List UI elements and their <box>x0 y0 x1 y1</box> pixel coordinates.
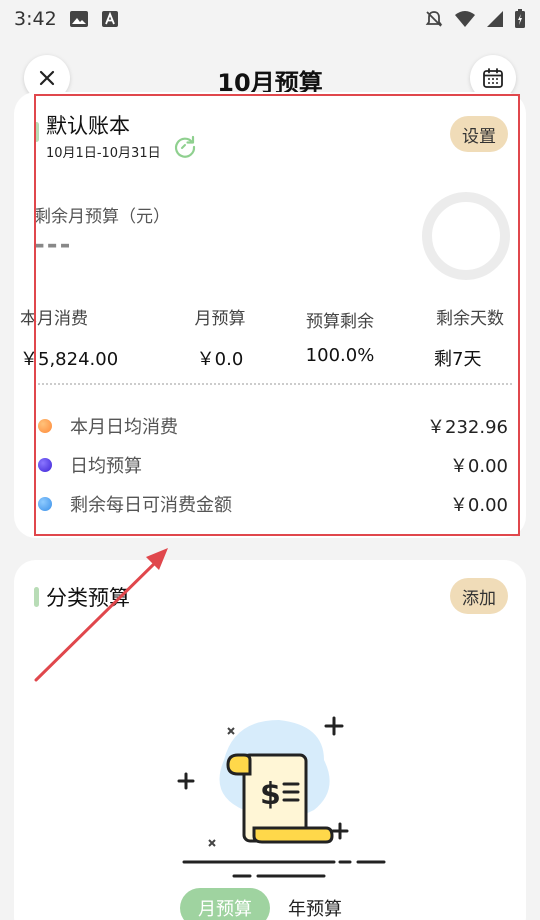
empty-budget-illustration: $ <box>177 716 386 878</box>
signal-icon <box>486 10 504 28</box>
status-time: 3:42 <box>14 8 57 30</box>
category-budget-title: 分类预算 <box>46 586 130 610</box>
highlight-box <box>34 94 520 536</box>
accent-bar <box>34 587 39 607</box>
tab-yearly-budget[interactable]: 年预算 <box>270 888 360 920</box>
calendar-icon <box>483 68 503 88</box>
wifi-icon <box>454 10 476 28</box>
category-budget-card: 分类预算 添加 $ 月预算 年预算 <box>14 560 526 920</box>
tab-monthly-budget[interactable]: 月预算 <box>180 888 270 920</box>
a-notification-icon <box>101 10 119 28</box>
battery-charging-icon <box>514 9 526 29</box>
budget-period-toggle: 月预算 年预算 <box>180 888 360 920</box>
add-button[interactable]: 添加 <box>450 578 508 614</box>
image-icon <box>69 10 89 28</box>
close-icon <box>39 70 55 86</box>
bell-off-icon <box>424 9 444 29</box>
status-bar: 3:42 <box>0 0 540 38</box>
svg-text:$: $ <box>260 777 281 812</box>
